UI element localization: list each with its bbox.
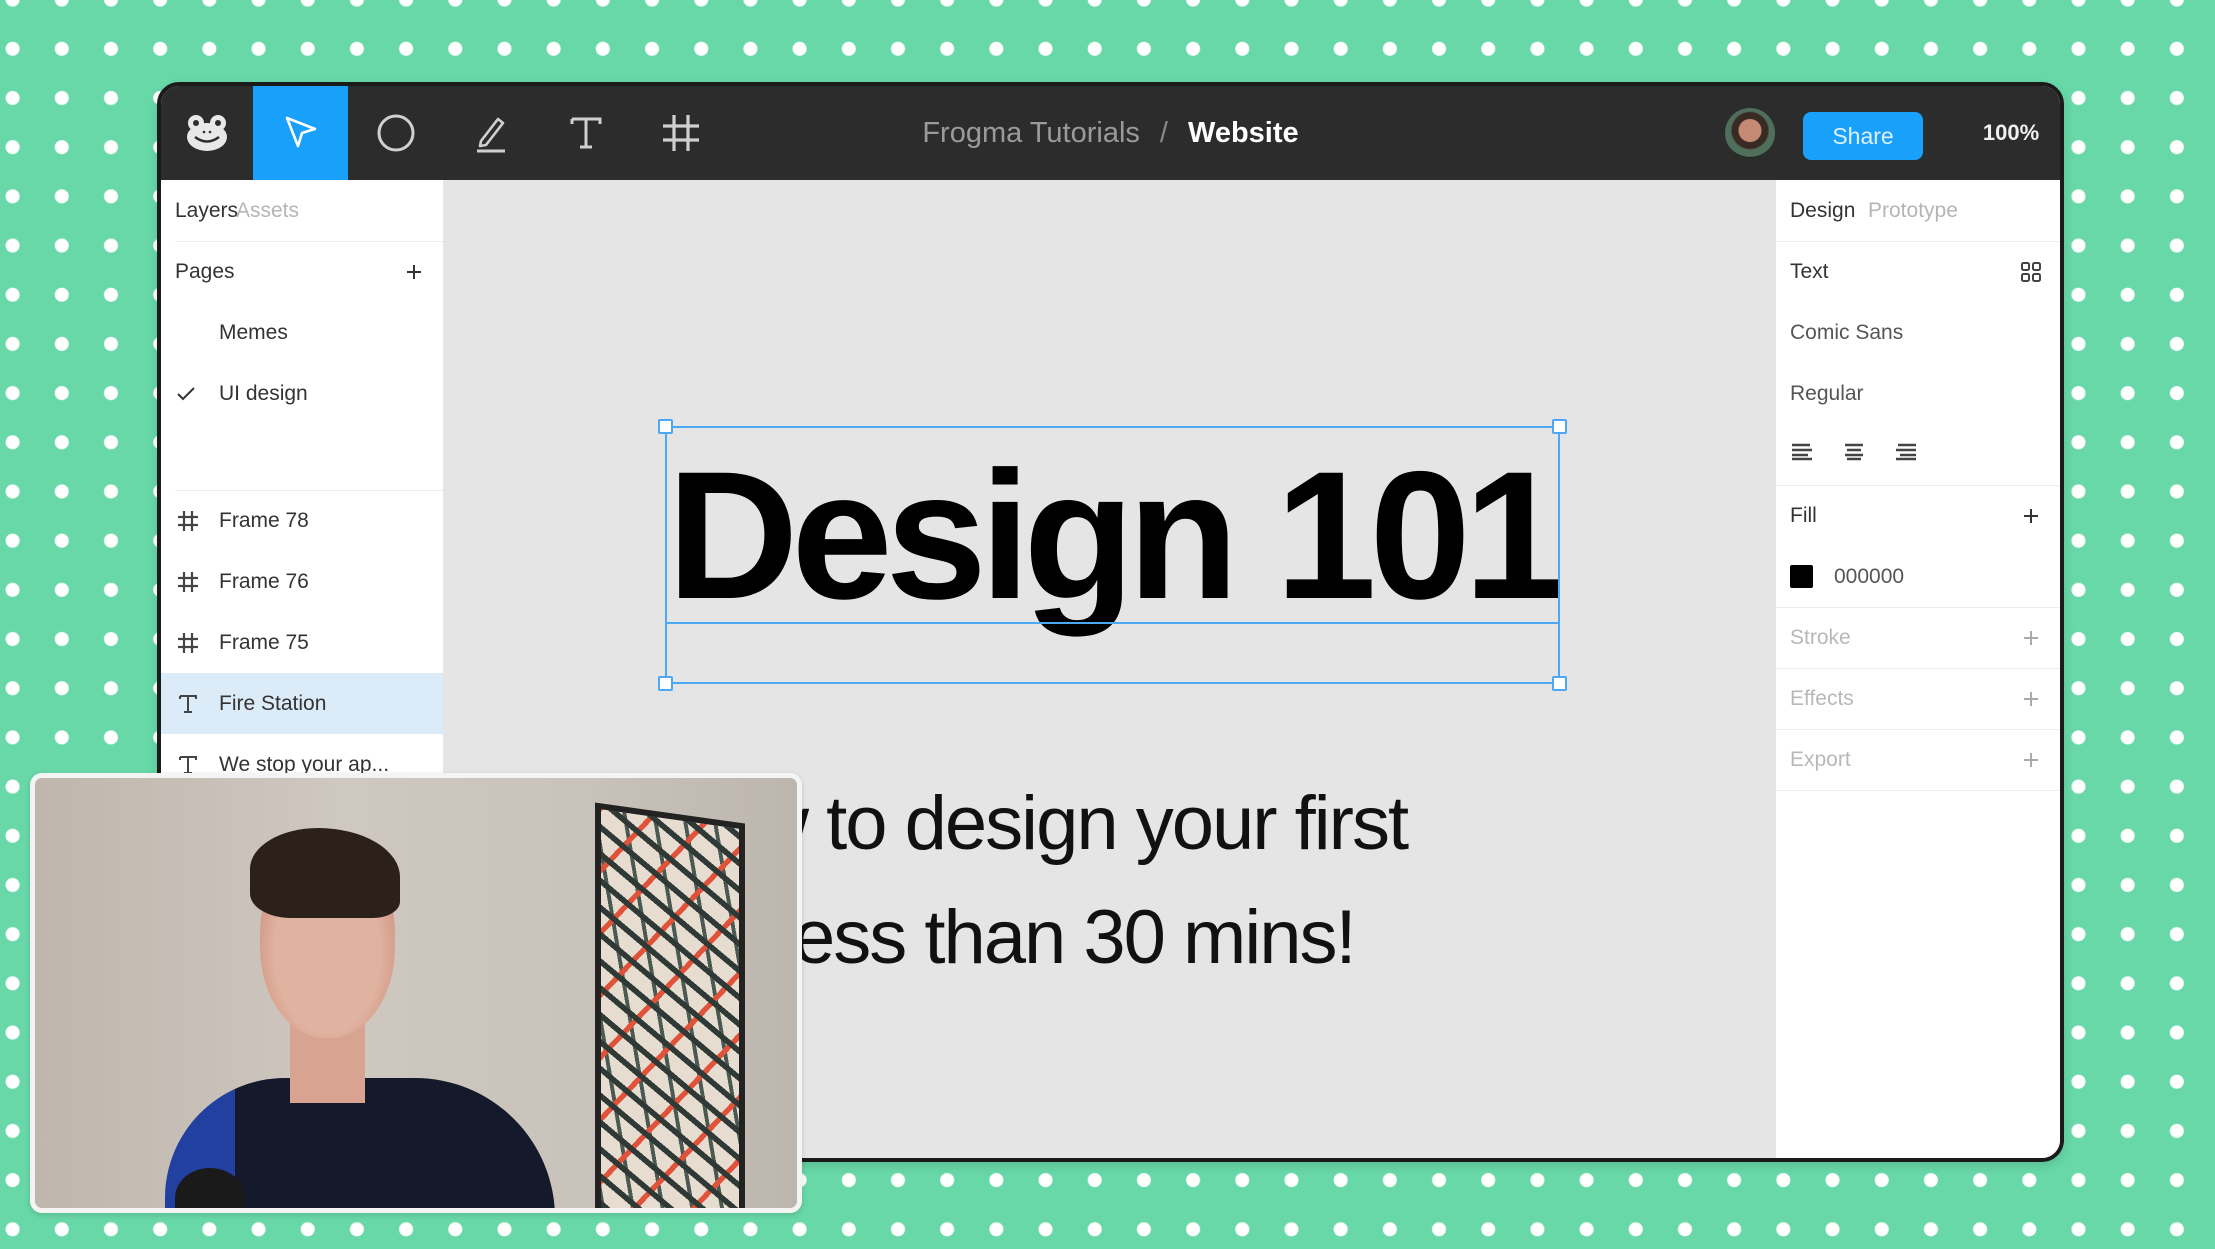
circle-icon (377, 114, 414, 152)
webcam-overlay (30, 773, 802, 1213)
add-export-button[interactable] (2020, 749, 2042, 771)
pen-icon (476, 117, 505, 153)
align-right-button[interactable] (1894, 442, 1918, 468)
plus-icon (2024, 752, 2038, 767)
user-avatar[interactable] (1725, 108, 1775, 158)
breadcrumb-file[interactable]: Website (1188, 117, 1299, 150)
layer-name: Frame 76 (219, 569, 309, 593)
resize-handle-top-left[interactable] (658, 419, 673, 434)
layer-item-frame-75[interactable]: Frame 75 (161, 612, 443, 673)
tab-assets[interactable]: Assets (236, 199, 299, 223)
cursor-arrow-icon (285, 116, 316, 148)
page-name: UI design (219, 381, 308, 405)
left-panel-tabs: Layers Assets (161, 180, 443, 241)
text-tool[interactable] (538, 86, 633, 180)
fill-hex-value[interactable]: 000000 (1834, 565, 1904, 589)
text-t-icon (175, 691, 201, 717)
checkmark-icon (177, 386, 195, 400)
layer-item-frame-78[interactable]: Frame 78 (161, 490, 443, 551)
font-family-value: Comic Sans (1790, 320, 1904, 344)
zoom-level-dropdown[interactable]: 100% (1961, 86, 2060, 180)
tab-layers[interactable]: Layers (175, 199, 238, 223)
divider (1776, 790, 2060, 791)
text-styles-button[interactable] (2020, 261, 2042, 283)
add-page-button[interactable] (403, 261, 425, 283)
fill-label: Fill (1790, 503, 1817, 527)
align-left-icon (1792, 443, 1812, 460)
resize-handle-bottom-right[interactable] (1552, 676, 1567, 691)
fill-color-swatch[interactable] (1790, 565, 1813, 588)
fill-section-header: Fill (1776, 485, 2060, 546)
layer-name: Fire Station (219, 691, 327, 715)
breadcrumb-separator: / (1159, 116, 1168, 149)
frame-hash-icon (175, 630, 201, 656)
presenter-hair (250, 828, 400, 918)
breadcrumb-project[interactable]: Frogma Tutorials (922, 117, 1140, 150)
fill-color-row[interactable]: 000000 (1776, 546, 2060, 607)
page-item-memes[interactable]: Memes (161, 302, 443, 363)
tab-prototype[interactable]: Prototype (1868, 199, 1958, 223)
align-center-icon (1845, 443, 1863, 460)
select-tool[interactable] (253, 86, 348, 180)
frame-hash-icon (175, 508, 201, 534)
plus-icon (2024, 508, 2038, 523)
add-fill-button[interactable] (2020, 505, 2042, 527)
resize-handle-bottom-left[interactable] (658, 676, 673, 691)
plus-icon (407, 264, 421, 279)
plus-icon (2024, 691, 2038, 706)
text-align-group (1776, 424, 2060, 485)
align-right-icon (1896, 443, 1916, 460)
ellipse-tool[interactable] (348, 86, 443, 180)
plus-icon (2024, 630, 2038, 645)
right-panel-tabs: Design Prototype (1776, 180, 2060, 241)
share-button[interactable]: Share (1803, 112, 1923, 160)
top-toolbar: Frogma Tutorials / Website Share 100% (161, 86, 2060, 180)
layer-item-frame-76[interactable]: Frame 76 (161, 551, 443, 612)
page-name: Memes (219, 320, 288, 344)
export-section-header: Export (1776, 729, 2060, 790)
font-weight-value: Regular (1790, 381, 1864, 405)
effects-label: Effects (1790, 686, 1854, 710)
font-family-select[interactable]: Comic Sans (1776, 302, 2060, 363)
text-t-icon (570, 117, 601, 149)
text-section-header: Text (1776, 241, 2060, 302)
main-menu-button[interactable] (161, 86, 253, 180)
tab-design[interactable]: Design (1790, 199, 1855, 223)
pages-header: Pages (161, 241, 443, 302)
layer-name: Frame 78 (219, 508, 309, 532)
layer-name: Frame 75 (219, 630, 309, 654)
stroke-section-header: Stroke (1776, 607, 2060, 668)
text-section-label: Text (1790, 259, 1829, 283)
font-weight-select[interactable]: Regular (1776, 363, 2060, 424)
effects-section-header: Effects (1776, 668, 2060, 729)
add-stroke-button[interactable] (2020, 627, 2042, 649)
resize-handle-top-right[interactable] (1552, 419, 1567, 434)
layer-item-fire-station[interactable]: Fire Station (161, 673, 443, 734)
align-left-button[interactable] (1790, 442, 1814, 468)
grid-styles-icon (2021, 261, 2041, 282)
align-center-button[interactable] (1842, 442, 1866, 468)
frame-hash-icon (175, 569, 201, 595)
pen-tool[interactable] (443, 86, 538, 180)
export-label: Export (1790, 747, 1851, 771)
frame-hash-icon (662, 115, 699, 151)
add-effect-button[interactable] (2020, 688, 2042, 710)
frame-tool[interactable] (633, 86, 728, 180)
page-item-ui-design[interactable]: UI design (161, 363, 443, 424)
frog-icon (187, 115, 227, 151)
stroke-label: Stroke (1790, 625, 1851, 649)
pages-label: Pages (175, 259, 235, 283)
selection-baseline (667, 622, 1558, 624)
design-panel: Design Prototype Text Comic Sans Regular (1776, 180, 2060, 1158)
wall-poster (595, 802, 745, 1208)
selection-box[interactable] (658, 419, 1567, 691)
